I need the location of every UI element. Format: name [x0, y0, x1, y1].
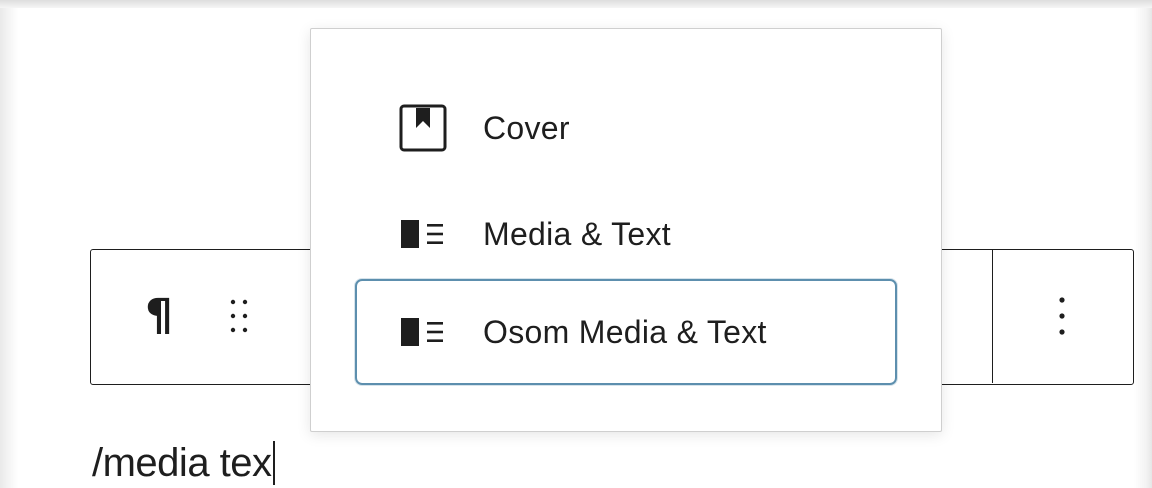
- media-text-icon: [399, 210, 447, 258]
- drag-handle-icon: [230, 299, 248, 333]
- paragraph-input[interactable]: /media tex: [92, 438, 275, 488]
- typed-text: /media tex: [92, 440, 272, 485]
- more-options-button[interactable]: [1027, 280, 1097, 352]
- top-band: [0, 0, 1152, 8]
- option-label-cover: Cover: [483, 109, 570, 146]
- option-osom-media-text[interactable]: Osom Media & Text: [355, 279, 897, 385]
- vertical-ellipsis-icon: [1059, 297, 1065, 335]
- paragraph-icon: ¶: [145, 290, 173, 341]
- toolbar-divider: [992, 250, 993, 383]
- drag-handle-button[interactable]: [219, 286, 259, 346]
- option-label-osom-media-text: Osom Media & Text: [483, 313, 767, 350]
- option-cover[interactable]: Cover: [355, 75, 897, 181]
- paragraph-block-button[interactable]: ¶: [129, 280, 189, 352]
- option-media-text[interactable]: Media & Text: [355, 181, 897, 287]
- cover-icon: [399, 104, 447, 152]
- text-caret: [272, 441, 275, 485]
- option-label-media-text: Media & Text: [483, 215, 671, 252]
- media-text-icon: [399, 308, 447, 356]
- block-autocomplete-popover: Cover Media & Text Osom Media & Text: [310, 28, 942, 432]
